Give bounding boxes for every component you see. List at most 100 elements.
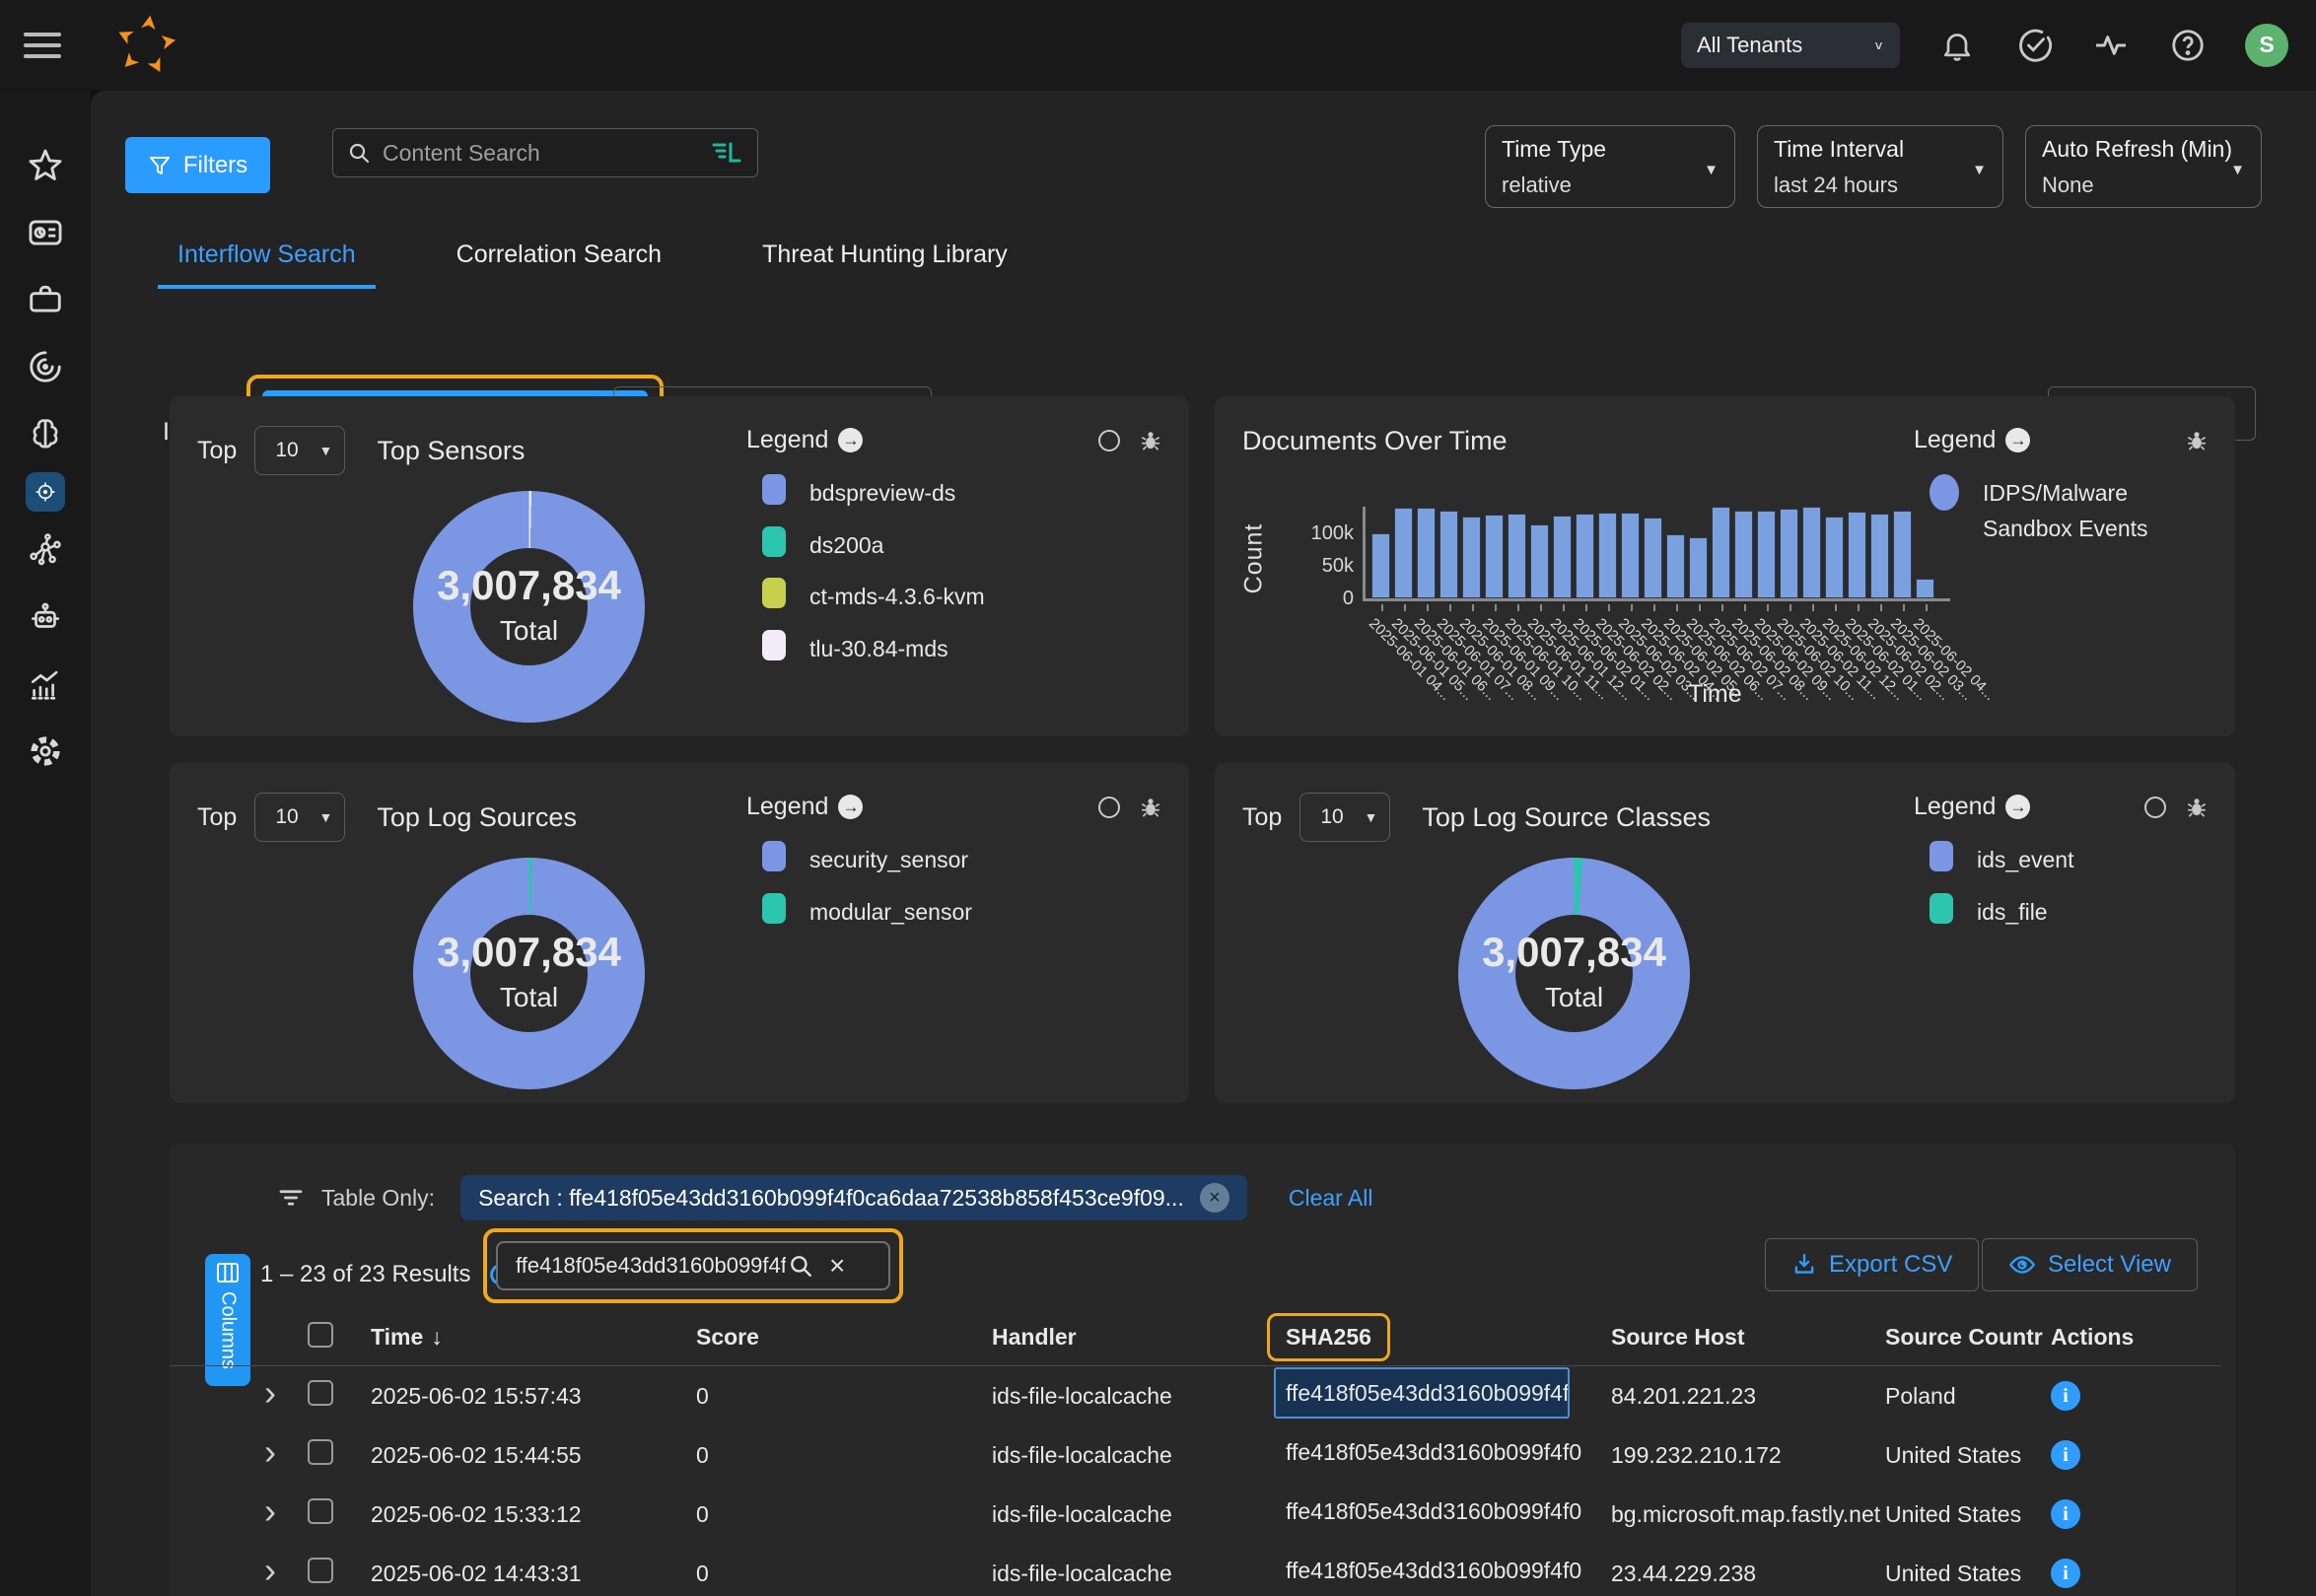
top-n-select[interactable]: 10 ▼ (254, 793, 345, 842)
top-sensors-donut[interactable]: 3,007,834 Total (413, 491, 645, 723)
row-info-icon[interactable]: i (2051, 1559, 2080, 1588)
export-csv-button[interactable]: Export CSV (1765, 1238, 1979, 1291)
column-header-sha256[interactable]: SHA256 (1267, 1313, 1390, 1361)
legend-item[interactable]: ds200a (762, 526, 1163, 564)
legend-expand-icon[interactable]: → (838, 795, 863, 819)
bar[interactable] (1916, 579, 1934, 598)
help-icon[interactable] (2168, 26, 2208, 65)
select-view-button[interactable]: Select View (1982, 1238, 2198, 1291)
table-row[interactable]: › 2025-06-02 15:33:12 0 ids-file-localca… (170, 1485, 2221, 1544)
column-header-source-country[interactable]: Source Countr (1885, 1324, 2051, 1351)
sidebar-item-detections[interactable] (26, 347, 65, 386)
row-info-icon[interactable]: i (2051, 1381, 2080, 1411)
cell-sha256[interactable]: ffe418f05e43dd3160b099f4f0ca6daa (1286, 1558, 1581, 1584)
bar[interactable] (1870, 514, 1889, 598)
bar[interactable] (1439, 511, 1458, 598)
legend-expand-icon[interactable]: → (2005, 795, 2030, 819)
bar[interactable] (1893, 511, 1912, 598)
bar[interactable] (1576, 514, 1594, 598)
tenant-selector[interactable]: All Tenants ∨ (1681, 23, 1900, 68)
bar[interactable] (1689, 537, 1708, 598)
notifications-bell-icon[interactable] (1937, 26, 1977, 65)
bar[interactable] (1825, 517, 1844, 598)
brand-logo-icon[interactable] (110, 10, 181, 81)
column-header-source-host[interactable]: Source Host (1611, 1324, 1885, 1351)
time-type-dropdown[interactable]: Time Type relative ▼ (1485, 125, 1735, 208)
bar[interactable] (1462, 517, 1481, 598)
lucene-language-icon[interactable] (710, 139, 743, 167)
hamburger-menu-icon[interactable] (24, 26, 63, 65)
bar[interactable] (1530, 524, 1549, 598)
legend-item[interactable]: tlu-30.84-mds (762, 630, 1163, 667)
cell-sha256[interactable]: ffe418f05e43dd3160b099f4f0ca6daa (1274, 1367, 1570, 1419)
top-n-select[interactable]: 10 ▼ (254, 426, 345, 475)
debug-bug-icon[interactable] (1138, 428, 1163, 453)
table-row[interactable]: › 2025-06-02 15:57:43 0 ids-file-localca… (170, 1366, 2221, 1425)
content-search-input[interactable] (381, 139, 710, 168)
legend-expand-icon[interactable]: → (2005, 428, 2030, 452)
sidebar-item-dashboards[interactable] (26, 213, 65, 252)
radio-ring-icon[interactable] (2144, 797, 2166, 818)
bar[interactable] (1598, 513, 1617, 598)
bar[interactable] (1757, 511, 1776, 598)
row-info-icon[interactable]: i (2051, 1440, 2080, 1470)
expand-row-chevron-icon[interactable]: › (264, 1493, 308, 1535)
table-row[interactable]: › 2025-06-02 14:43:31 0 ids-file-localca… (170, 1544, 2221, 1596)
row-checkbox[interactable] (308, 1439, 333, 1465)
legend-item[interactable]: ids_event (1930, 841, 2210, 878)
expand-row-chevron-icon[interactable]: › (264, 1434, 308, 1476)
bar[interactable] (1644, 518, 1662, 598)
legend-item[interactable]: ct-mds-4.3.6-kvm (762, 578, 1163, 615)
sidebar-item-cases[interactable] (26, 280, 65, 319)
time-interval-dropdown[interactable]: Time Interval last 24 hours ▼ (1757, 125, 2003, 208)
table-search-input[interactable] (514, 1252, 788, 1280)
legend-item[interactable]: IDPS/Malware Sandbox Events (1930, 474, 2210, 546)
legend-item[interactable]: bdspreview-ds (762, 474, 1163, 512)
bar[interactable] (1734, 511, 1753, 598)
cell-sha256[interactable]: ffe418f05e43dd3160b099f4f0ca6daa (1286, 1498, 1581, 1525)
search-icon[interactable] (788, 1253, 813, 1279)
row-checkbox[interactable] (308, 1558, 333, 1583)
sidebar-item-reports[interactable] (26, 664, 65, 704)
column-header-handler[interactable]: Handler (992, 1324, 1286, 1351)
legend-item[interactable]: ids_file (1930, 893, 2210, 931)
sidebar-item-favorites[interactable] (26, 146, 65, 185)
row-checkbox[interactable] (308, 1498, 333, 1524)
bar[interactable] (1666, 534, 1685, 598)
sort-desc-icon[interactable]: ↓ (431, 1324, 443, 1350)
debug-bug-icon[interactable] (2184, 428, 2210, 453)
column-header-score[interactable]: Score (696, 1324, 992, 1351)
expand-row-chevron-icon[interactable]: › (264, 1375, 308, 1417)
search-filter-chip[interactable]: Search : ffe418f05e43dd3160b099f4f0ca6da… (460, 1175, 1247, 1220)
chip-close-icon[interactable]: × (1200, 1183, 1229, 1213)
legend-expand-icon[interactable]: → (838, 428, 863, 452)
bar[interactable] (1371, 533, 1390, 598)
activity-pulse-icon[interactable] (2091, 26, 2131, 65)
table-row[interactable]: › 2025-06-02 15:44:55 0 ids-file-localca… (170, 1425, 2221, 1485)
bar[interactable] (1485, 515, 1504, 598)
top-n-select[interactable]: 10 ▼ (1299, 793, 1390, 842)
bar[interactable] (1802, 507, 1821, 598)
row-checkbox[interactable] (308, 1380, 333, 1406)
top-log-source-classes-donut[interactable]: 3,007,834 Total (1458, 858, 1690, 1089)
clear-search-icon[interactable]: × (829, 1250, 845, 1282)
avatar[interactable]: S (2245, 24, 2288, 67)
sidebar-item-automation[interactable] (26, 597, 65, 637)
debug-bug-icon[interactable] (2184, 795, 2210, 820)
auto-refresh-dropdown[interactable]: Auto Refresh (Min) None ▼ (2025, 125, 2262, 208)
tab-interflow-search[interactable]: Interflow Search (158, 241, 376, 289)
bar[interactable] (1712, 507, 1730, 598)
bar[interactable] (1780, 509, 1798, 598)
debug-bug-icon[interactable] (1138, 795, 1163, 820)
clear-all-link[interactable]: Clear All (1289, 1185, 1373, 1212)
tab-correlation-search[interactable]: Correlation Search (437, 241, 681, 289)
radio-ring-icon[interactable] (1098, 797, 1120, 818)
top-log-sources-donut[interactable]: 3,007,834 Total (413, 858, 645, 1089)
row-info-icon[interactable]: i (2051, 1499, 2080, 1529)
sidebar-item-threat-hunting[interactable] (26, 472, 65, 512)
select-all-checkbox[interactable] (308, 1322, 333, 1348)
bar[interactable] (1848, 512, 1866, 598)
radio-ring-icon[interactable] (1098, 430, 1120, 451)
bar[interactable] (1394, 508, 1413, 598)
bar[interactable] (1417, 508, 1436, 598)
